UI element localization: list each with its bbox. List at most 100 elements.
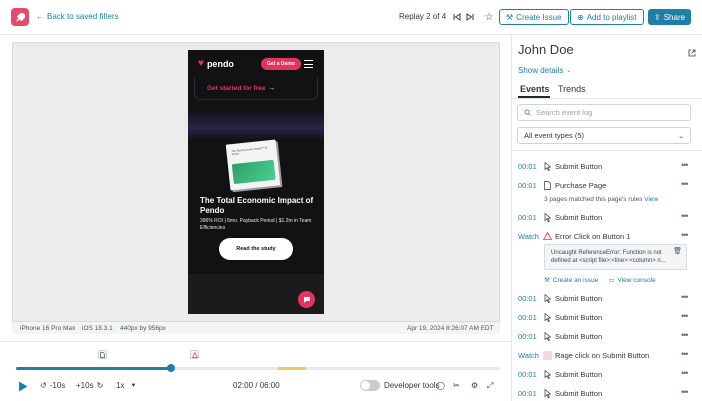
chat-icon	[303, 296, 310, 303]
settings-button[interactable]: ⚙	[471, 381, 478, 390]
more-options-icon[interactable]: •••	[681, 311, 689, 321]
hero-subline: 396% ROI | 6mo. Payback Period | $1.2m i…	[200, 218, 312, 231]
event-time-link[interactable]: 00:01	[518, 213, 537, 222]
open-external-button[interactable]	[688, 44, 696, 62]
error-message-box: Uncaught ReferenceError: Function is not…	[544, 244, 687, 270]
event-row[interactable]: 00:01 Submit Button •••	[512, 328, 702, 344]
plus-circle-icon: ⊕	[577, 12, 584, 22]
top-bar: ← Back to saved filters Replay 2 of 4 ☆ …	[0, 0, 702, 35]
back-to-filters-link[interactable]: ← Back to saved filters	[36, 12, 119, 21]
rage-icon	[543, 350, 552, 360]
forward-icon: ↻	[96, 381, 104, 390]
rewind-10s-button[interactable]: ↺ -10s	[40, 381, 65, 390]
event-label: Rage click on Submit Button	[555, 351, 650, 360]
event-time-link[interactable]: 00:01	[518, 389, 537, 398]
event-row[interactable]: 00:01 Submit Button •••	[512, 366, 702, 382]
show-details-toggle[interactable]: Show details ⌄	[518, 66, 571, 75]
comment-button[interactable]: ◯	[436, 381, 445, 390]
event-search-input[interactable]: Search event log	[517, 104, 691, 121]
fullscreen-button[interactable]: ⤢	[487, 381, 493, 391]
cursor-icon	[543, 331, 552, 341]
share-button[interactable]: ⇪ Share	[648, 9, 692, 25]
timeline-scrubber[interactable]	[166, 364, 175, 372]
chat-bubble-button[interactable]	[298, 291, 315, 308]
create-issue-button[interactable]: ⚒ Create Issue	[499, 9, 569, 25]
event-label: Submit Button	[555, 332, 603, 341]
more-options-icon[interactable]: •••	[681, 179, 689, 189]
more-options-icon[interactable]: •••	[681, 160, 689, 170]
event-time-link[interactable]: 00:01	[518, 162, 537, 171]
clip-button[interactable]: ✂	[453, 381, 460, 390]
event-time-link[interactable]: 00:01	[518, 370, 537, 379]
more-options-icon[interactable]: •••	[681, 211, 689, 221]
session-timestamp: Apr 19, 2024 8:26:07 AM EDT	[407, 325, 494, 332]
previous-replay-button[interactable]	[451, 10, 463, 24]
star-button[interactable]: ☆	[483, 10, 495, 24]
arrow-right-icon: →	[268, 85, 276, 92]
view-console-link[interactable]: ▭ View console	[608, 276, 655, 285]
cursor-icon	[543, 293, 552, 303]
more-options-icon[interactable]: •••	[681, 387, 689, 397]
developer-tools-label: Developer tools	[384, 381, 440, 390]
event-row[interactable]: 00:01 Submit Button •••	[512, 290, 702, 306]
tab-trends[interactable]: Trends	[558, 84, 586, 94]
playback-speed-select[interactable]: 1x ▼	[116, 381, 136, 390]
event-row[interactable]: 00:01 Submit Button •••	[512, 209, 702, 225]
hero-gradient	[188, 110, 324, 140]
event-row[interactable]: Watch Rage click on Submit Button •••	[512, 347, 702, 363]
chevron-down-icon: ⌄	[566, 68, 572, 74]
event-time-link[interactable]: 00:01	[518, 313, 537, 322]
more-options-icon[interactable]: •••	[681, 330, 689, 340]
developer-tools-toggle[interactable]	[360, 380, 380, 391]
inactive-segment	[278, 367, 306, 370]
play-button[interactable]	[18, 381, 28, 392]
event-label: Submit Button	[555, 213, 603, 222]
app-logo[interactable]	[11, 8, 29, 26]
read-study-button[interactable]: Read the study	[219, 238, 293, 260]
hamburger-menu-icon[interactable]	[304, 60, 313, 68]
hero-headline: The Total Economic Impact of Pendo	[200, 196, 314, 215]
filter-divider	[512, 150, 702, 151]
event-row[interactable]: 00:01 Submit Button •••	[512, 385, 702, 401]
event-row[interactable]: 00:01 Submit Button •••	[512, 309, 702, 325]
get-started-link[interactable]: Get started for free →	[194, 78, 318, 100]
tab-events[interactable]: Events	[520, 84, 550, 94]
device-screen[interactable]: ♥ pendo Get a Demo Get started for free →…	[188, 50, 324, 314]
error-event-marker[interactable]	[190, 350, 199, 359]
event-time-link[interactable]: 00:01	[518, 294, 537, 303]
event-label: Submit Button	[555, 389, 603, 398]
comment-icon: ◯	[436, 381, 445, 390]
view-pages-link[interactable]: View	[644, 196, 658, 203]
event-time-link[interactable]: Watch	[518, 232, 539, 241]
more-options-icon[interactable]: •••	[681, 349, 689, 359]
more-options-icon[interactable]: •••	[681, 230, 689, 240]
add-to-playlist-button[interactable]: ⊕ Add to playlist	[570, 9, 644, 25]
playback-bar	[0, 341, 512, 401]
more-options-icon[interactable]: •••	[681, 368, 689, 378]
screen-resolution: 440px by 956px	[120, 325, 166, 332]
magic-wand-icon: ⚒	[506, 12, 514, 22]
event-time-link[interactable]: Watch	[518, 351, 539, 360]
active-tab-indicator	[518, 96, 550, 98]
rewind-icon: ↺	[40, 381, 47, 390]
forward-10s-button[interactable]: +10s ↻	[76, 381, 103, 390]
event-row[interactable]: 00:01 Submit Button •••	[512, 158, 702, 174]
cursor-icon	[543, 161, 552, 171]
more-options-icon[interactable]: •••	[681, 292, 689, 302]
event-row[interactable]: Watch Error Click on Button 1 •••	[512, 228, 702, 244]
event-time-link[interactable]: 00:01	[518, 181, 537, 190]
cursor-icon	[543, 369, 552, 379]
event-row[interactable]: 00:01 Purchase Page •••	[512, 177, 702, 193]
timeline-progress	[16, 367, 171, 370]
play-icon	[19, 381, 28, 392]
create-an-issue-link[interactable]: ⚒ Create an issue	[544, 276, 598, 285]
event-type-filter[interactable]: All event types (5) ⌄	[517, 127, 691, 144]
event-time-link[interactable]: 00:01	[518, 332, 537, 341]
trash-icon[interactable]: 🗑	[673, 248, 682, 256]
error-actions: ⚒ Create an issue ▭ View console	[544, 276, 656, 285]
page-event-marker[interactable]	[98, 350, 107, 359]
next-replay-button[interactable]	[464, 10, 476, 24]
page-rule-note: 3 pages matched this page's rules View	[544, 196, 659, 203]
page-icon	[543, 180, 552, 190]
get-demo-button[interactable]: Get a Demo	[261, 58, 301, 70]
